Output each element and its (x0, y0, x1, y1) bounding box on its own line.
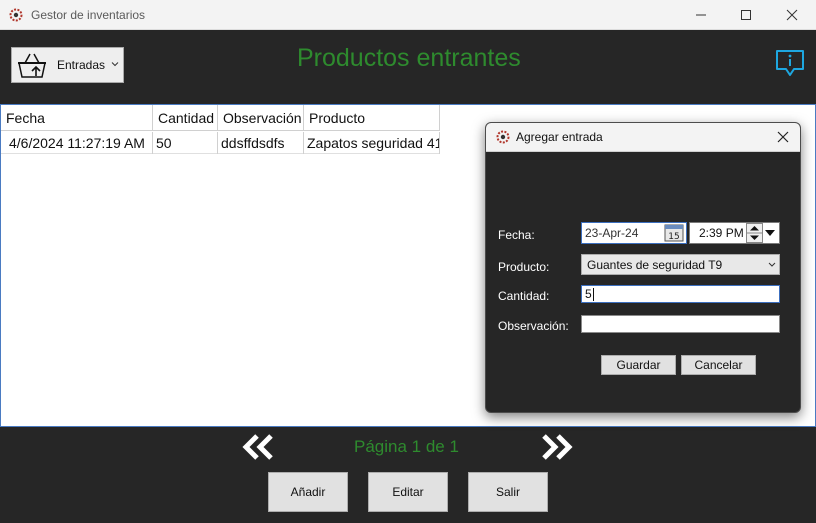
cell-producto: Zapatos seguridad 41 (304, 132, 440, 154)
exit-button[interactable]: Salir (468, 472, 548, 512)
minimize-button[interactable] (678, 0, 724, 30)
save-button[interactable]: Guardar (601, 355, 676, 375)
info-chat-icon[interactable] (774, 48, 806, 78)
producto-value: Guantes de seguridad T9 (587, 258, 723, 272)
cell-observacion: ddsffdsdfs (218, 132, 304, 154)
calendar-icon[interactable]: 15 (664, 224, 684, 242)
double-chevron-right-icon[interactable] (540, 434, 573, 460)
close-icon[interactable] (775, 129, 791, 145)
close-icon (786, 9, 798, 21)
text-caret (593, 288, 594, 301)
double-chevron-left-icon[interactable] (242, 434, 275, 460)
maximize-icon (741, 10, 751, 20)
page-title: Productos entrantes (297, 44, 521, 72)
column-header-fecha[interactable]: Fecha (1, 105, 153, 131)
cantidad-value: 5 (585, 287, 592, 301)
add-entry-dialog: Agregar entrada Fecha: 23-Apr-24 15 2:39… (485, 122, 801, 413)
producto-select[interactable]: Guantes de seguridad T9 (581, 254, 780, 275)
basket-upload-icon (18, 53, 46, 78)
table-header: Fecha Cantidad Observación Producto (1, 105, 440, 131)
chevron-down-icon (768, 262, 776, 267)
cantidad-label: Cantidad: (498, 289, 550, 303)
dialog-title: Agregar entrada (516, 130, 603, 144)
window-title: Gestor de inventarios (31, 8, 146, 22)
column-header-cantidad[interactable]: Cantidad (153, 105, 218, 131)
chevron-down-icon (111, 62, 119, 67)
observacion-label: Observación: (498, 319, 569, 333)
fecha-label: Fecha: (498, 228, 535, 242)
cantidad-input[interactable]: 5 (581, 285, 780, 303)
time-value: 2:39 PM (699, 226, 744, 240)
minimize-icon (696, 14, 706, 16)
close-button[interactable] (769, 0, 815, 30)
observacion-input[interactable] (581, 315, 780, 333)
date-picker[interactable]: 23-Apr-24 15 (581, 222, 687, 244)
app-gear-icon (496, 130, 510, 144)
cell-cantidad: 50 (153, 132, 218, 154)
cancel-button[interactable]: Cancelar (681, 355, 756, 375)
table-row[interactable]: 4/6/2024 11:27:19 AM 50 ddsffdsdfs Zapat… (1, 132, 440, 154)
spinner-icon[interactable] (746, 223, 763, 243)
dialog-titlebar: Agregar entrada (486, 123, 800, 152)
cell-fecha: 4/6/2024 11:27:19 AM (1, 132, 153, 154)
app-gear-icon (9, 8, 23, 22)
section-dropdown-label: Entradas (57, 58, 106, 72)
producto-label: Producto: (498, 260, 550, 274)
date-value: 23-Apr-24 (585, 226, 639, 240)
column-header-producto[interactable]: Producto (304, 105, 440, 131)
maximize-button[interactable] (723, 0, 769, 30)
add-button[interactable]: Añadir (268, 472, 348, 512)
window-titlebar: Gestor de inventarios (0, 0, 816, 30)
column-header-observacion[interactable]: Observación (218, 105, 304, 131)
pager-text: Página 1 de 1 (354, 437, 459, 456)
time-picker[interactable]: 2:39 PM (689, 222, 780, 244)
svg-text:15: 15 (668, 232, 679, 242)
section-dropdown[interactable]: Entradas (11, 47, 124, 83)
caret-down-icon[interactable] (765, 229, 775, 237)
edit-button[interactable]: Editar (368, 472, 448, 512)
